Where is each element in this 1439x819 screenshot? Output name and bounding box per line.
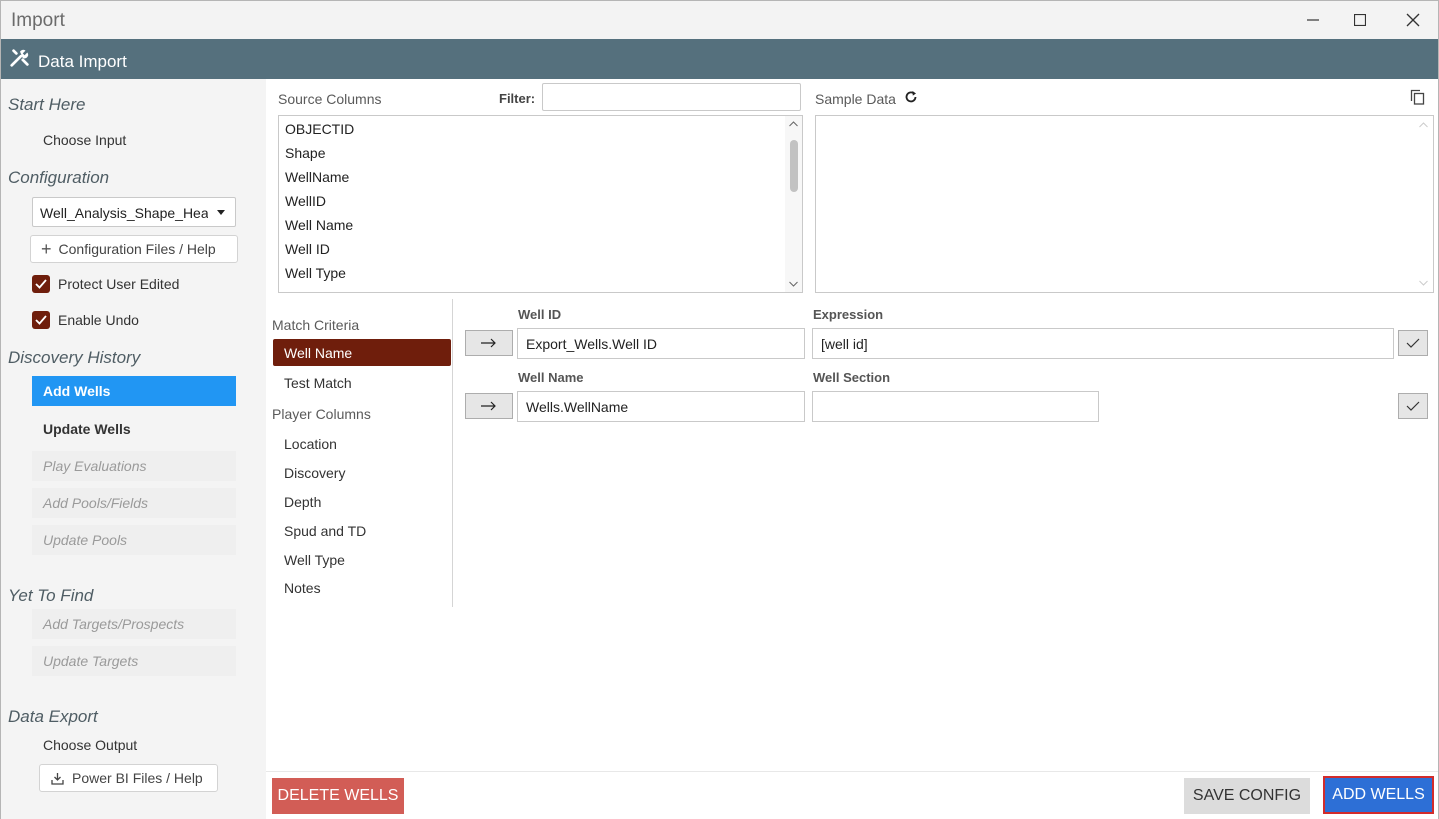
section-configuration: Configuration: [8, 168, 110, 187]
nav-add-targets-prospects[interactable]: Add Targets/Prospects: [32, 609, 236, 639]
configuration-select[interactable]: Well_Analysis_Shape_Header: [32, 197, 236, 227]
well-id-field[interactable]: Export_Wells.Well ID: [517, 328, 805, 359]
well-name-field[interactable]: Wells.WellName: [517, 391, 805, 422]
scroll-down-icon[interactable]: [789, 281, 798, 287]
refresh-icon[interactable]: [904, 90, 918, 104]
well-name-label: Well Name: [518, 370, 584, 385]
sidebar: Start Here Choose Input Configuration We…: [1, 79, 266, 819]
window-title: Import: [11, 10, 65, 31]
import-window: Import Data Import Start Here Choose Inp…: [0, 0, 1439, 819]
source-columns-label: Source Columns: [278, 91, 382, 107]
nav-update-pools[interactable]: Update Pools: [32, 525, 236, 555]
configuration-select-value: Well_Analysis_Shape_Header: [40, 205, 208, 221]
sample-data-label: Sample Data: [815, 91, 896, 107]
list-item[interactable]: Shape: [285, 145, 325, 161]
player-item-well-type[interactable]: Well Type: [284, 552, 345, 568]
nav-play-evaluations[interactable]: Play Evaluations: [32, 451, 236, 481]
player-item-depth[interactable]: Depth: [284, 494, 321, 510]
power-bi-files-label: Power BI Files / Help: [72, 770, 203, 786]
arrow-right-icon: [481, 401, 496, 411]
nav-add-wells[interactable]: Add Wells: [32, 376, 236, 406]
protect-user-edited-checkbox[interactable]: [32, 275, 50, 293]
nav-add-pools-fields[interactable]: Add Pools/Fields: [32, 488, 236, 518]
checkmark-icon: [1406, 338, 1420, 348]
match-item-well-name[interactable]: Well Name: [273, 339, 451, 366]
power-bi-files-button[interactable]: Power BI Files / Help: [39, 764, 218, 792]
delete-wells-button[interactable]: DELETE WELLS: [272, 778, 404, 814]
player-item-discovery[interactable]: Discovery: [284, 465, 345, 481]
section-start-here: Start Here: [8, 95, 86, 114]
protect-user-edited-label: Protect User Edited: [58, 276, 180, 292]
nav-update-targets[interactable]: Update Targets: [32, 646, 236, 676]
close-icon[interactable]: [1390, 5, 1436, 35]
filter-label: Filter:: [499, 91, 536, 106]
main-panel: Source Columns Filter: Sample Data OBJEC…: [266, 79, 1438, 819]
checkmark-icon: [1406, 401, 1420, 411]
checkmark-icon: [35, 279, 47, 289]
minimize-icon[interactable]: [1290, 5, 1336, 35]
choose-input-link[interactable]: Choose Input: [43, 132, 126, 148]
choose-output-link[interactable]: Choose Output: [43, 737, 137, 753]
player-item-spud-and-td[interactable]: Spud and TD: [284, 523, 366, 539]
player-item-location[interactable]: Location: [284, 436, 337, 452]
add-wells-button[interactable]: ADD WELLS: [1323, 776, 1434, 814]
enable-undo-checkbox[interactable]: [32, 311, 50, 329]
arrow-right-icon: [481, 338, 496, 348]
configuration-files-label: Configuration Files / Help: [58, 241, 216, 257]
header-title: Data Import: [38, 52, 127, 71]
filter-input[interactable]: [542, 83, 801, 111]
list-item[interactable]: OBJECTID: [285, 121, 354, 137]
enable-undo-label: Enable Undo: [58, 312, 139, 328]
well-section-field[interactable]: [812, 391, 1099, 422]
app-header: Data Import: [1, 39, 1438, 79]
source-columns-list[interactable]: OBJECTID Shape WellName WellID Well Name…: [278, 115, 803, 293]
nav-update-wells[interactable]: Update Wells: [32, 414, 236, 444]
map-well-id-button[interactable]: [465, 330, 513, 356]
apply-well-section-button[interactable]: [1398, 393, 1428, 419]
copy-icon[interactable]: [1410, 89, 1425, 105]
player-item-notes[interactable]: Notes: [284, 580, 321, 596]
expression-field[interactable]: [well id]: [812, 328, 1394, 359]
plus-icon: +: [41, 239, 52, 259]
divider: [266, 771, 1438, 772]
well-section-label: Well Section: [813, 370, 891, 385]
scroll-up-icon: [1419, 122, 1428, 128]
section-data-export: Data Export: [8, 707, 98, 726]
divider: [452, 299, 453, 607]
title-bar: Import: [1, 1, 1438, 39]
player-columns-label: Player Columns: [272, 406, 371, 422]
scroll-down-icon: [1419, 280, 1428, 286]
download-icon: [51, 772, 64, 785]
match-item-test-match[interactable]: Test Match: [284, 375, 352, 391]
list-item[interactable]: WellID: [285, 193, 326, 209]
map-well-name-button[interactable]: [465, 393, 513, 419]
tools-icon: [10, 49, 29, 67]
chevron-down-icon: [217, 210, 225, 215]
well-id-label: Well ID: [518, 307, 562, 322]
list-item[interactable]: Well Type: [285, 265, 346, 281]
scroll-up-icon[interactable]: [789, 121, 798, 127]
sample-data-box: [815, 115, 1434, 293]
match-criteria-label: Match Criteria: [272, 317, 360, 333]
configuration-files-button[interactable]: + Configuration Files / Help: [30, 235, 238, 263]
list-scrollbar[interactable]: [785, 116, 802, 292]
list-item[interactable]: WellName: [285, 169, 349, 185]
apply-expression-button[interactable]: [1398, 330, 1428, 356]
list-item[interactable]: Well Name: [285, 217, 353, 233]
section-yet-to-find: Yet To Find: [8, 586, 94, 605]
save-config-button[interactable]: SAVE CONFIG: [1184, 778, 1310, 814]
list-item[interactable]: Well ID: [285, 241, 330, 257]
expression-label: Expression: [813, 307, 884, 322]
scrollbar-thumb[interactable]: [790, 140, 798, 192]
checkmark-icon: [35, 315, 47, 325]
section-discovery-history: Discovery History: [8, 348, 141, 367]
maximize-icon[interactable]: [1337, 5, 1383, 35]
